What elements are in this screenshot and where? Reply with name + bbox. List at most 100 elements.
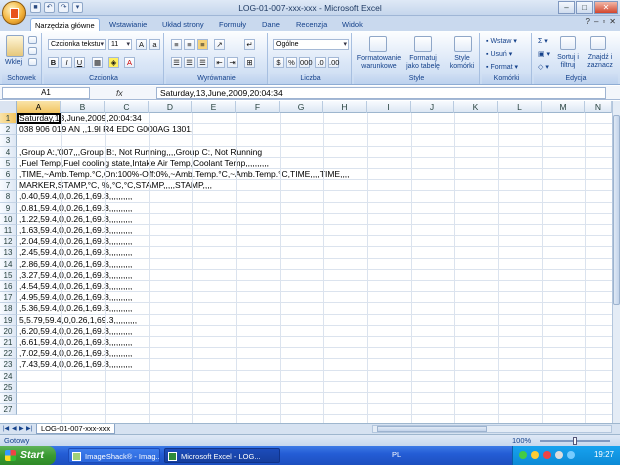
table-row[interactable]: ,Group A:,'007,,,Group B:, Not Running,,… bbox=[17, 147, 612, 158]
maximize-button[interactable]: □ bbox=[576, 1, 593, 14]
row-header[interactable]: 13 bbox=[0, 247, 17, 259]
row-header[interactable]: 26 bbox=[0, 393, 17, 405]
format-cells-button[interactable]: ▪ Format ▾ bbox=[486, 63, 518, 71]
help-icon[interactable]: ? bbox=[586, 17, 590, 26]
font-name-select[interactable]: Czcionka tekstu bbox=[48, 39, 106, 50]
table-row[interactable] bbox=[17, 371, 612, 382]
table-row[interactable]: Saturday,13,June,2009,20:04:34 bbox=[17, 113, 612, 125]
align-middle-icon[interactable]: ≡ bbox=[184, 39, 195, 50]
row-header[interactable]: 18 bbox=[0, 303, 17, 315]
col-header[interactable]: D bbox=[149, 101, 192, 113]
name-box[interactable]: A1 bbox=[2, 87, 90, 99]
prev-sheet-icon[interactable]: ◀ bbox=[12, 425, 17, 432]
row-header[interactable]: 14 bbox=[0, 258, 17, 270]
delete-cells-button[interactable]: ▪ Usuń ▾ bbox=[486, 50, 512, 58]
table-row[interactable]: ,6.20,59.4,0,0.26,1,69.3,,,,,,,,,, bbox=[17, 326, 612, 337]
paste-label[interactable]: Wklej bbox=[5, 59, 22, 66]
fill-icon[interactable]: ▣ ▾ bbox=[538, 50, 550, 58]
task-imageshack[interactable]: ImageShack® - Imag... bbox=[68, 448, 160, 463]
table-row[interactable]: ,7.02,59.4,0,0.26,1,69.3,,,,,,,,,, bbox=[17, 348, 612, 360]
row-header[interactable]: 12 bbox=[0, 236, 17, 248]
font-size-select[interactable]: 11 bbox=[108, 39, 132, 50]
row-header[interactable]: 9 bbox=[0, 202, 17, 214]
tray-volume-icon[interactable] bbox=[555, 451, 563, 459]
col-header[interactable]: K bbox=[454, 101, 498, 113]
shrink-font-button[interactable]: a bbox=[149, 39, 160, 50]
format-painter-icon[interactable] bbox=[28, 58, 37, 66]
table-row[interactable]: ,TIME,~Amb.Temp.°C,On:100%-Off:0%,~Amb.T… bbox=[17, 169, 612, 181]
copy-icon[interactable] bbox=[28, 47, 37, 55]
sort-filter-button[interactable]: Sortuj i filtruj bbox=[554, 54, 582, 70]
increase-indent-icon[interactable]: ⇥ bbox=[227, 57, 238, 68]
cut-icon[interactable] bbox=[28, 36, 37, 44]
table-row[interactable]: ,6.61,59.4,0,0.26,1,69.3,,,,,,,,,, bbox=[17, 337, 612, 349]
paste-icon[interactable] bbox=[6, 35, 24, 57]
table-row[interactable]: ,2.45,59.4,0,0.26,1,69.3,,,,,,,,,, bbox=[17, 247, 612, 259]
last-sheet-icon[interactable]: ▶| bbox=[26, 425, 32, 432]
horizontal-scrollbar[interactable] bbox=[372, 425, 612, 433]
row-header[interactable]: 15 bbox=[0, 269, 17, 281]
decrease-indent-icon[interactable]: ⇤ bbox=[214, 57, 225, 68]
underline-button[interactable]: U bbox=[74, 57, 85, 68]
bold-button[interactable]: B bbox=[48, 57, 59, 68]
insert-cells-button[interactable]: ▪ Wstaw ▾ bbox=[486, 37, 517, 45]
first-sheet-icon[interactable]: |◀ bbox=[3, 425, 9, 432]
fx-icon[interactable]: fx bbox=[116, 86, 123, 100]
zoom-level[interactable]: 100% bbox=[512, 436, 531, 445]
row-header[interactable]: 8 bbox=[0, 191, 17, 203]
col-header[interactable]: J bbox=[411, 101, 454, 113]
table-row[interactable]: ,1.22,59.4,0,0.26,1,69.3,,,,,,,,,, bbox=[17, 214, 612, 225]
table-row[interactable] bbox=[17, 382, 612, 393]
start-button[interactable]: Start bbox=[0, 446, 56, 465]
wb-close-icon[interactable]: ✕ bbox=[609, 17, 616, 26]
table-row[interactable]: ,5.36,59.4,0,0.26,1,69.3,,,,,,,,,, bbox=[17, 303, 612, 315]
col-header[interactable]: C bbox=[105, 101, 149, 113]
row-header[interactable]: 16 bbox=[0, 281, 17, 293]
vertical-scroll-thumb[interactable] bbox=[613, 115, 620, 305]
row-header[interactable]: 17 bbox=[0, 292, 17, 304]
row-header[interactable]: 20 bbox=[0, 325, 17, 337]
row-header[interactable]: 6 bbox=[0, 169, 17, 181]
zoom-slider[interactable] bbox=[540, 437, 610, 445]
font-color-icon[interactable]: A bbox=[124, 57, 135, 68]
sort-filter-icon[interactable] bbox=[560, 36, 576, 50]
table-row[interactable] bbox=[17, 135, 612, 147]
tab-formulas[interactable]: Formuły bbox=[215, 18, 250, 31]
number-format-select[interactable]: Ogólne bbox=[273, 39, 349, 50]
sheet-tab[interactable]: LOG-01-007-xxx-xxx bbox=[36, 424, 116, 434]
task-excel[interactable]: Microsoft Excel - LOG... bbox=[164, 448, 280, 463]
vertical-scrollbar[interactable] bbox=[612, 101, 620, 423]
italic-button[interactable]: I bbox=[61, 57, 72, 68]
autosum-icon[interactable]: Σ ▾ bbox=[538, 37, 548, 45]
row-header[interactable]: 22 bbox=[0, 348, 17, 360]
formula-input[interactable]: Saturday,13,June,2009,20:04:34 bbox=[156, 87, 606, 99]
align-center-icon[interactable]: ☰ bbox=[184, 57, 195, 68]
tray-network-icon[interactable] bbox=[519, 451, 527, 459]
table-row[interactable]: 038 906 019 AN ,,1.9l R4 EDC G000AG 1301… bbox=[17, 124, 612, 136]
merge-center-icon[interactable]: ⊞ bbox=[244, 57, 255, 68]
conditional-formatting-button[interactable]: Formatowanie warunkowe bbox=[356, 55, 402, 71]
currency-icon[interactable]: $ bbox=[273, 57, 284, 68]
language-indicator[interactable]: PL bbox=[392, 450, 401, 459]
table-row[interactable]: ,2.86,59.4,0,0.26,1,69.3,,,,,,,,,, bbox=[17, 259, 612, 270]
table-row[interactable]: ,4.95,59.4,0,0.26,1,69.3,,,,,,,,,, bbox=[17, 292, 612, 304]
tab-home[interactable]: Narzędzia główne bbox=[30, 18, 100, 31]
percent-icon[interactable]: % bbox=[286, 57, 297, 68]
align-right-icon[interactable]: ☰ bbox=[197, 57, 208, 68]
tab-view[interactable]: Widok bbox=[338, 18, 367, 31]
close-button[interactable]: ✕ bbox=[594, 1, 618, 14]
row-header[interactable]: 27 bbox=[0, 404, 17, 416]
table-row[interactable]: ,2.04,59.4,0,0.26,1,69.3,,,,,,,,,, bbox=[17, 236, 612, 248]
find-select-icon[interactable] bbox=[590, 36, 606, 50]
wrap-text-icon[interactable]: ↵ bbox=[244, 39, 255, 50]
table-row[interactable]: ,0.40,59.4,0,0.26,1,69.3,,,,,,,,,, bbox=[17, 191, 612, 203]
tab-page-layout[interactable]: Układ strony bbox=[158, 18, 208, 31]
col-header[interactable]: I bbox=[367, 101, 411, 113]
tray-antivirus-icon[interactable] bbox=[543, 451, 551, 459]
next-sheet-icon[interactable]: ▶ bbox=[19, 425, 24, 432]
cell-styles-button[interactable]: Style komórki bbox=[444, 55, 480, 71]
cell-styles-icon[interactable] bbox=[454, 36, 472, 52]
tray-update-icon[interactable] bbox=[567, 451, 575, 459]
row-header[interactable]: 23 bbox=[0, 359, 17, 371]
row-header[interactable]: 10 bbox=[0, 213, 17, 225]
